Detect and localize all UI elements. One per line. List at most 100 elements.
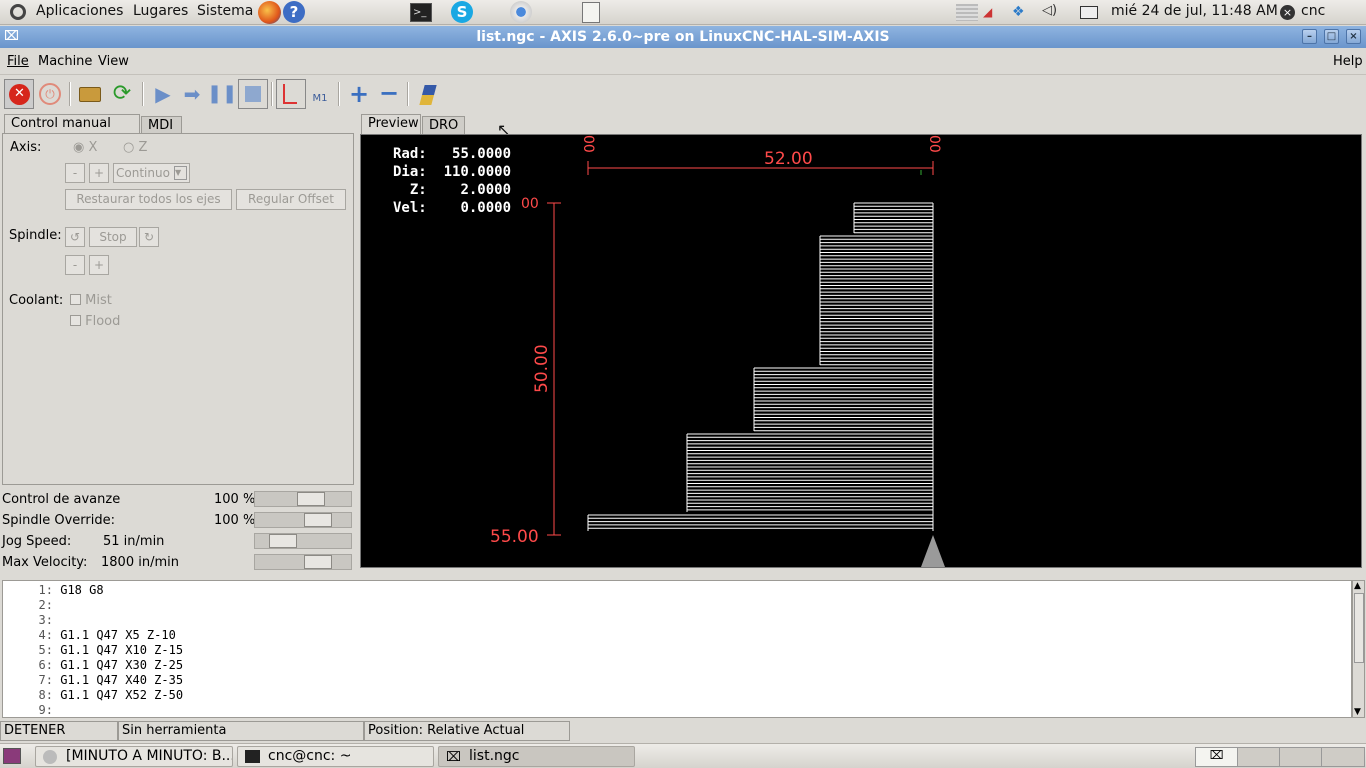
gcode-line[interactable]: 1: G18 G8 <box>3 583 104 598</box>
gcode-line[interactable]: 8: G1.1 Q47 X52 Z-50 <box>3 688 184 703</box>
block-delete-icon[interactable] <box>276 79 306 109</box>
max-velocity-slider[interactable] <box>254 554 352 570</box>
dim-corner-side: 00 <box>521 196 539 212</box>
wifi-icon[interactable]: ◢ <box>983 5 999 20</box>
spindle-stop-button[interactable]: Stop <box>89 227 137 247</box>
dropbox-icon[interactable]: ❖ <box>1012 4 1030 21</box>
firefox-icon[interactable] <box>258 1 281 24</box>
gcode-line[interactable]: 7: G1.1 Q47 X40 Z-35 <box>3 673 184 688</box>
max-velocity-slider-handle[interactable] <box>304 555 332 569</box>
axis-label: Axis: <box>10 140 42 155</box>
help-icon[interactable]: ? <box>283 1 305 23</box>
chrome-icon[interactable] <box>510 1 532 23</box>
menu-lugares[interactable]: Lugares <box>133 3 188 19</box>
tab-manual-control[interactable]: Control manual [F3] <box>4 114 140 149</box>
terminal-icon[interactable]: >_ <box>410 3 432 22</box>
zoom-out-icon[interactable]: − <box>374 79 404 109</box>
task-terminal[interactable]: cnc@cnc: ~ <box>237 746 434 767</box>
axis-x-radio[interactable]: ◉ X <box>73 140 97 155</box>
spindle-override-slider-handle[interactable] <box>304 513 332 527</box>
jog-speed-slider-handle[interactable] <box>269 534 297 548</box>
gcode-line[interactable]: 9: <box>3 703 60 717</box>
optional-stop-icon[interactable]: M1 <box>305 79 335 109</box>
close-button[interactable]: × <box>1346 29 1361 44</box>
jog-mode-select[interactable]: Continuo ▼ <box>113 163 190 183</box>
gcode-line[interactable]: 2: <box>3 598 60 613</box>
gcode-listing[interactable]: 1: G18 G8 2: 3: 4: G1.1 Q47 X5 Z-10 5: G1.… <box>2 580 1352 718</box>
spindle-minus-button[interactable]: - <box>65 255 85 275</box>
skype-icon[interactable]: S <box>451 1 473 23</box>
spindle-override-label: Spindle Override: <box>2 513 115 528</box>
volume-icon[interactable]: ◁) <box>1042 3 1062 21</box>
tab-preview[interactable]: Preview <box>361 114 421 134</box>
axis-z-radio[interactable]: ○ Z <box>123 140 147 155</box>
flood-checkbox[interactable]: Flood <box>70 314 120 329</box>
spindle-ccw-icon[interactable]: ↺ <box>65 227 85 247</box>
minimize-button[interactable]: – <box>1302 29 1317 44</box>
open-file-icon[interactable] <box>76 79 106 109</box>
jog-minus-button[interactable]: - <box>65 163 85 183</box>
gcode-line[interactable]: 3: <box>3 613 60 628</box>
menu-sistema[interactable]: Sistema <box>197 3 253 19</box>
task-axis[interactable]: ⌧ list.ngc <box>438 746 635 767</box>
scroll-down-icon[interactable]: ▼ <box>1354 707 1361 717</box>
menu-machine[interactable]: Machine <box>38 54 92 69</box>
gcode-line[interactable]: 4: G1.1 Q47 X5 Z-10 <box>3 628 176 643</box>
jog-speed-slider[interactable] <box>254 533 352 549</box>
gcode-line[interactable]: 5: G1.1 Q47 X10 Z-15 <box>3 643 184 658</box>
feed-override-slider-handle[interactable] <box>297 492 325 506</box>
window-titlebar[interactable]: ⌧ list.ngc - AXIS 2.6.0~pre on LinuxCNC-… <box>0 26 1366 48</box>
gcode-scrollbar[interactable]: ▲ ▼ <box>1352 580 1365 718</box>
axis-app-icon[interactable]: ⌧ <box>4 29 19 44</box>
run-icon[interactable]: ▶ <box>148 79 178 109</box>
mail-icon[interactable] <box>1080 6 1098 19</box>
estop-icon[interactable]: ✕ <box>4 79 34 109</box>
menu-view[interactable]: View <box>98 54 129 69</box>
clock[interactable]: mié 24 de jul, 11:48 AM <box>1111 3 1278 19</box>
tab-mdi[interactable]: MDI <box>141 116 182 134</box>
menu-file[interactable]: File <box>7 54 29 69</box>
feed-override-slider[interactable] <box>254 491 352 507</box>
tab-dro[interactable]: DRO <box>422 116 465 134</box>
clear-plot-icon[interactable] <box>414 79 444 109</box>
pause-icon[interactable]: ❚❚ <box>207 79 237 109</box>
line-text: G1.1 Q47 X30 Z-25 <box>60 658 184 672</box>
stop-icon[interactable] <box>238 79 268 109</box>
session-icon[interactable]: × <box>1280 5 1295 20</box>
menu-help[interactable]: Help <box>1333 54 1363 69</box>
workspace-4[interactable] <box>1322 748 1364 766</box>
show-desktop-icon[interactable] <box>3 748 21 764</box>
workspace-2[interactable] <box>1238 748 1280 766</box>
line-text: G1.1 Q47 X40 Z-35 <box>60 673 184 687</box>
menu-aplicaciones[interactable]: Aplicaciones <box>36 3 123 19</box>
zoom-in-icon[interactable]: + <box>344 79 374 109</box>
workspace-3[interactable] <box>1280 748 1322 766</box>
touch-off-button[interactable]: Regular Offset <box>236 189 346 210</box>
task-browser[interactable]: [MINUTO A MINUTO: B... <box>35 746 233 767</box>
home-all-button[interactable]: Restaurar todos los ejes <box>65 189 232 210</box>
workspace-switcher[interactable]: ⌧ <box>1195 747 1365 767</box>
mist-checkbox[interactable]: Mist <box>70 293 112 308</box>
spindle-cw-icon[interactable]: ↻ <box>139 227 159 247</box>
network-icon[interactable] <box>956 4 978 21</box>
spindle-override-slider[interactable] <box>254 512 352 528</box>
maximize-button[interactable]: □ <box>1324 29 1339 44</box>
reload-icon[interactable]: ⟳ <box>107 79 137 109</box>
status-tool: Sin herramienta <box>118 721 364 741</box>
line-text: G1.1 Q47 X5 Z-10 <box>60 628 176 642</box>
power-icon[interactable]: ⏻ <box>36 79 66 109</box>
manual-control-panel: Axis: ◉ X ○ Z - + Continuo ▼ Restaurar to… <box>2 133 354 485</box>
ubuntu-logo-icon[interactable] <box>10 4 26 20</box>
step-icon[interactable]: ➡ <box>177 79 207 109</box>
bottom-panel: [MINUTO A MINUTO: B... cnc@cnc: ~ ⌧ list.… <box>0 743 1366 768</box>
spindle-plus-button[interactable]: + <box>89 255 109 275</box>
toolpath-preview[interactable]: Rad: 55.0000 Dia: 110.0000 Z: 2.0000 Vel… <box>360 134 1362 568</box>
toolbar: ✕ ⏻ ⟳ ▶ ➡ ❚❚ M1 + − ↖ <box>0 76 1366 139</box>
text-editor-icon[interactable] <box>582 2 600 23</box>
workspace-1[interactable]: ⌧ <box>1196 748 1238 766</box>
scroll-up-icon[interactable]: ▲ <box>1354 581 1361 591</box>
jog-mode-value: Continuo <box>116 166 170 180</box>
gcode-line[interactable]: 6: G1.1 Q47 X30 Z-25 <box>3 658 184 673</box>
jog-plus-button[interactable]: + <box>89 163 109 183</box>
user-name[interactable]: cnc <box>1301 3 1325 19</box>
